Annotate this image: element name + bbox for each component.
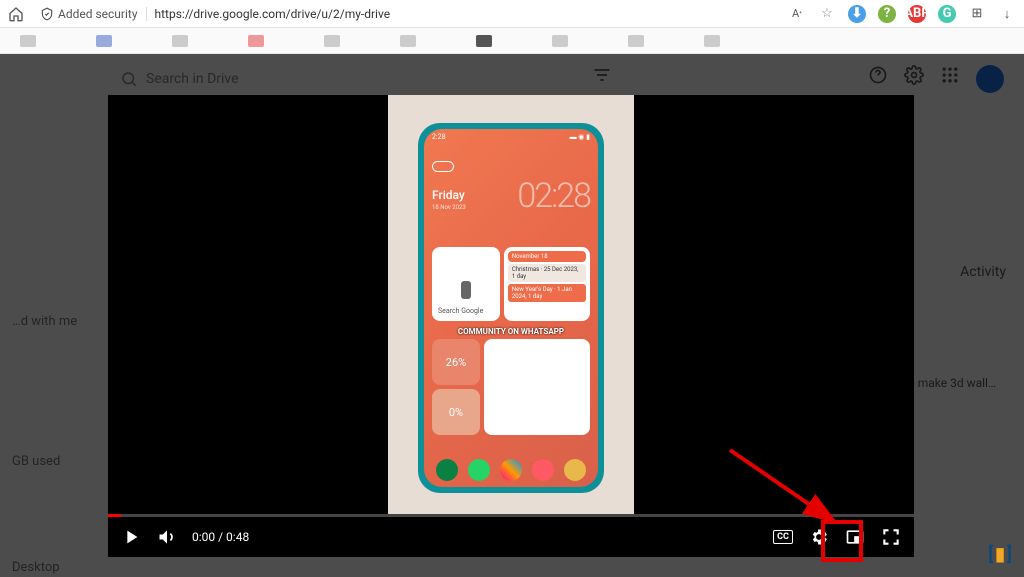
phone-status-time: 2:28	[432, 133, 446, 141]
annotation-arrow	[720, 440, 880, 550]
text-size-icon[interactable]: A⁺	[788, 5, 806, 23]
phone-dock	[424, 459, 598, 481]
favorite-icon[interactable]: ☆	[818, 5, 836, 23]
browser-extensions: A⁺ ☆ ⬇ ? ABP G ⊞ ↓	[788, 5, 1016, 23]
downloads-icon[interactable]: ↓	[998, 5, 1016, 23]
extension-icon-3[interactable]: G	[938, 5, 956, 23]
url-text[interactable]: https://drive.google.com/drive/u/2/my-dr…	[147, 7, 788, 21]
phone-clock-widget: 02:28 Friday 18 Nov 2023	[432, 161, 590, 216]
extension-icon-2[interactable]: ?	[878, 5, 896, 23]
extension-icon-1[interactable]: ⬇	[848, 5, 866, 23]
bookmarks-bar	[0, 28, 1024, 54]
extensions-menu-icon[interactable]: ⊞	[968, 5, 986, 23]
video-time-display: 0:00 / 0:48	[192, 530, 249, 544]
watermark-logo: [▮]	[988, 544, 1012, 565]
browser-address-bar: Added security https://drive.google.com/…	[0, 0, 1024, 28]
play-button[interactable]	[120, 526, 142, 548]
fullscreen-button[interactable]	[880, 526, 902, 548]
phone-search-widget: Search Google	[432, 247, 500, 321]
security-badge[interactable]: Added security	[32, 7, 147, 21]
home-icon[interactable]	[8, 6, 24, 22]
adblock-icon[interactable]: ABP	[908, 5, 926, 23]
phone-status-icons: ▬ ◉ ▮	[570, 133, 590, 141]
security-label: Added security	[58, 7, 138, 21]
phone-weather-widget: 26% 0%	[432, 339, 480, 435]
video-frame-content: 2:28 ▬ ◉ ▮ 02:28 Friday 18 Nov 2023 Searc…	[388, 95, 634, 517]
phone-calendar-widget: November 18 Christmas · 25 Dec 2023, 1 d…	[504, 247, 590, 321]
video-caption-text: COMMUNITY ON WHATSAPP	[424, 327, 598, 336]
volume-button[interactable]	[156, 526, 178, 548]
